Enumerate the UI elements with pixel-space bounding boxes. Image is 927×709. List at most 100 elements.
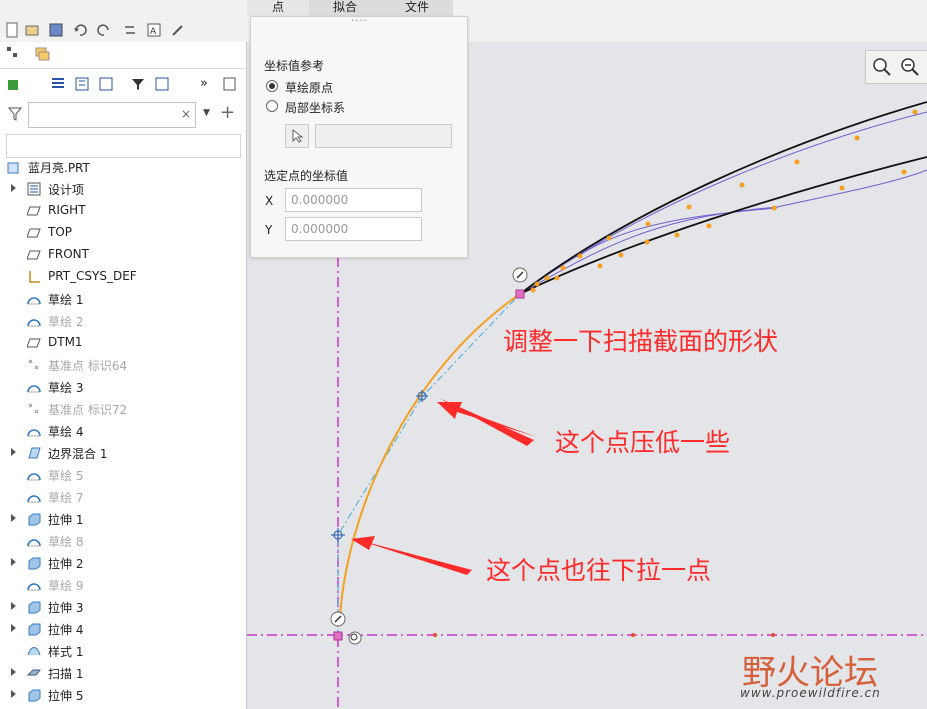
new-file-icon[interactable] <box>4 22 20 38</box>
layer-tree-tab-icon[interactable] <box>34 46 50 62</box>
redo-icon[interactable] <box>96 22 112 38</box>
constraint-icon <box>348 631 362 645</box>
tree-item[interactable]: 草绘 4 <box>0 420 246 442</box>
tree-item-label: 边界混合 1 <box>48 447 108 461</box>
open-file-icon[interactable] <box>24 22 40 38</box>
tree-item[interactable]: 草绘 8 <box>0 530 246 552</box>
tree-item[interactable]: 样式 1 <box>0 640 246 662</box>
tree-item[interactable]: RIGHT <box>0 200 246 222</box>
y-coordinate-field[interactable]: 0.000000 <box>285 217 422 241</box>
tree-item-label: 样式 1 <box>48 645 84 659</box>
tree-columns-icon[interactable] <box>50 76 66 92</box>
tree-item[interactable]: 草绘 2 <box>0 310 246 332</box>
tree-options-icon[interactable] <box>222 76 238 92</box>
zoom-in-icon[interactable] <box>872 57 892 77</box>
tree-item[interactable]: FRONT <box>0 244 246 266</box>
tab-point[interactable]: 点 <box>247 0 309 16</box>
tree-item-label: 拉伸 5 <box>48 689 84 703</box>
x-coordinate-field[interactable]: 0.000000 <box>285 188 422 212</box>
tree-item[interactable]: PRT_CSYS_DEF <box>0 266 246 288</box>
expand-arrow-icon[interactable] <box>11 448 16 456</box>
tree-item[interactable]: 基准点 标识72 <box>0 398 246 420</box>
extrude-icon <box>28 557 41 570</box>
tree-item[interactable]: 边界混合 1 <box>0 442 246 464</box>
x-label: X <box>265 194 274 208</box>
tree-item[interactable]: 扫描 1 <box>0 662 246 684</box>
tree-filter-icon[interactable] <box>130 76 146 92</box>
tree-show-icon[interactable] <box>98 76 114 92</box>
filter-funnel-icon[interactable] <box>8 106 22 122</box>
drag-handle-icon[interactable]: ···· <box>351 16 368 27</box>
radio-sketch-origin-label: 草绘原点 <box>285 81 334 95</box>
tab-fit-label: 拟合 <box>332 0 357 14</box>
sketch-icon <box>27 297 41 305</box>
tree-item[interactable]: 草绘 5 <box>0 464 246 486</box>
start-point-marker <box>333 631 343 641</box>
tree-settings-icon[interactable] <box>74 76 90 92</box>
tree-item[interactable]: 拉伸 5 <box>0 684 246 706</box>
expand-arrow-icon[interactable] <box>11 602 16 610</box>
datum-point-icon <box>28 359 39 370</box>
tree-item[interactable]: 草绘 1 <box>0 288 246 310</box>
search-dropdown-icon[interactable]: ▼ <box>203 108 210 118</box>
tree-item[interactable]: 草绘 7 <box>0 486 246 508</box>
extrude-icon <box>28 623 41 636</box>
tree-item[interactable]: 蓝月亮.PRT <box>0 156 246 178</box>
tree-item[interactable]: TOP <box>0 222 246 244</box>
tree-item[interactable]: 拉伸 2 <box>0 552 246 574</box>
radio-sketch-origin[interactable] <box>266 80 278 92</box>
design-items-icon <box>27 182 41 196</box>
more-tools-icon[interactable]: » <box>200 76 208 91</box>
view-toolbar <box>865 50 927 84</box>
tree-item[interactable]: 基准点 标识64 <box>0 354 246 376</box>
part-cube-icon[interactable] <box>6 76 22 92</box>
tree-item[interactable]: DTM1 <box>0 332 246 354</box>
expand-arrow-icon[interactable] <box>11 558 16 566</box>
edit-icon[interactable] <box>170 22 186 38</box>
end-point-marker <box>515 289 525 299</box>
tree-item-label: 拉伸 1 <box>48 513 84 527</box>
tree-item-label: 基准点 标识64 <box>48 359 128 373</box>
windows-icon[interactable]: A <box>146 22 162 38</box>
boundary-blend-icon <box>28 447 41 459</box>
axis-dot <box>631 633 635 637</box>
select-csys-button[interactable] <box>285 124 309 148</box>
tree-item-label: 设计项 <box>48 183 85 197</box>
sketch-icon <box>27 473 41 481</box>
undo-icon[interactable] <box>72 22 88 38</box>
tree-item-label: 草绘 5 <box>48 469 84 483</box>
tree-item-label: 拉伸 2 <box>48 557 84 571</box>
expand-arrow-icon[interactable] <box>11 514 16 522</box>
regenerate-icon[interactable] <box>122 22 138 38</box>
expand-arrow-icon[interactable] <box>11 624 16 632</box>
tree-item[interactable]: 草绘 9 <box>0 574 246 596</box>
zoom-out-icon[interactable] <box>900 57 920 77</box>
tree-item-label: 草绘 8 <box>48 535 84 549</box>
model-tree-tab-icon[interactable] <box>6 46 20 60</box>
expand-arrow-icon[interactable] <box>11 668 16 676</box>
sketch-icon <box>27 583 41 591</box>
csys-selection-field[interactable] <box>315 124 452 148</box>
add-filter-icon[interactable]: + <box>220 102 235 123</box>
csys-icon <box>29 271 40 283</box>
tab-fit[interactable]: 拟合 <box>309 0 381 16</box>
expand-arrow-icon[interactable] <box>11 690 16 698</box>
tree-item[interactable]: 拉伸 4 <box>0 618 246 640</box>
save-icon[interactable] <box>48 22 64 38</box>
tab-file[interactable]: 文件 <box>381 0 453 16</box>
expand-arrow-icon[interactable] <box>11 184 16 192</box>
tree-item[interactable]: 拉伸 3 <box>0 596 246 618</box>
annotation-lower-point: 这个点压低一些 <box>555 428 731 457</box>
tree-item[interactable]: 拉伸 1 <box>0 508 246 530</box>
tree-item[interactable]: 设计项 <box>0 178 246 200</box>
selected-coords-title: 选定点的坐标值 <box>264 169 349 183</box>
tree-item-label: 草绘 9 <box>48 579 84 593</box>
guide-curve <box>519 169 927 295</box>
tree-item-label: 草绘 2 <box>48 315 84 329</box>
clear-search-icon[interactable]: × <box>181 107 191 121</box>
datum-point-icon <box>28 403 39 414</box>
tree-item[interactable]: 草绘 3 <box>0 376 246 398</box>
tree-search-input[interactable] <box>28 102 196 128</box>
radio-local-csys[interactable] <box>266 100 278 112</box>
tree-table-icon[interactable] <box>154 76 170 92</box>
